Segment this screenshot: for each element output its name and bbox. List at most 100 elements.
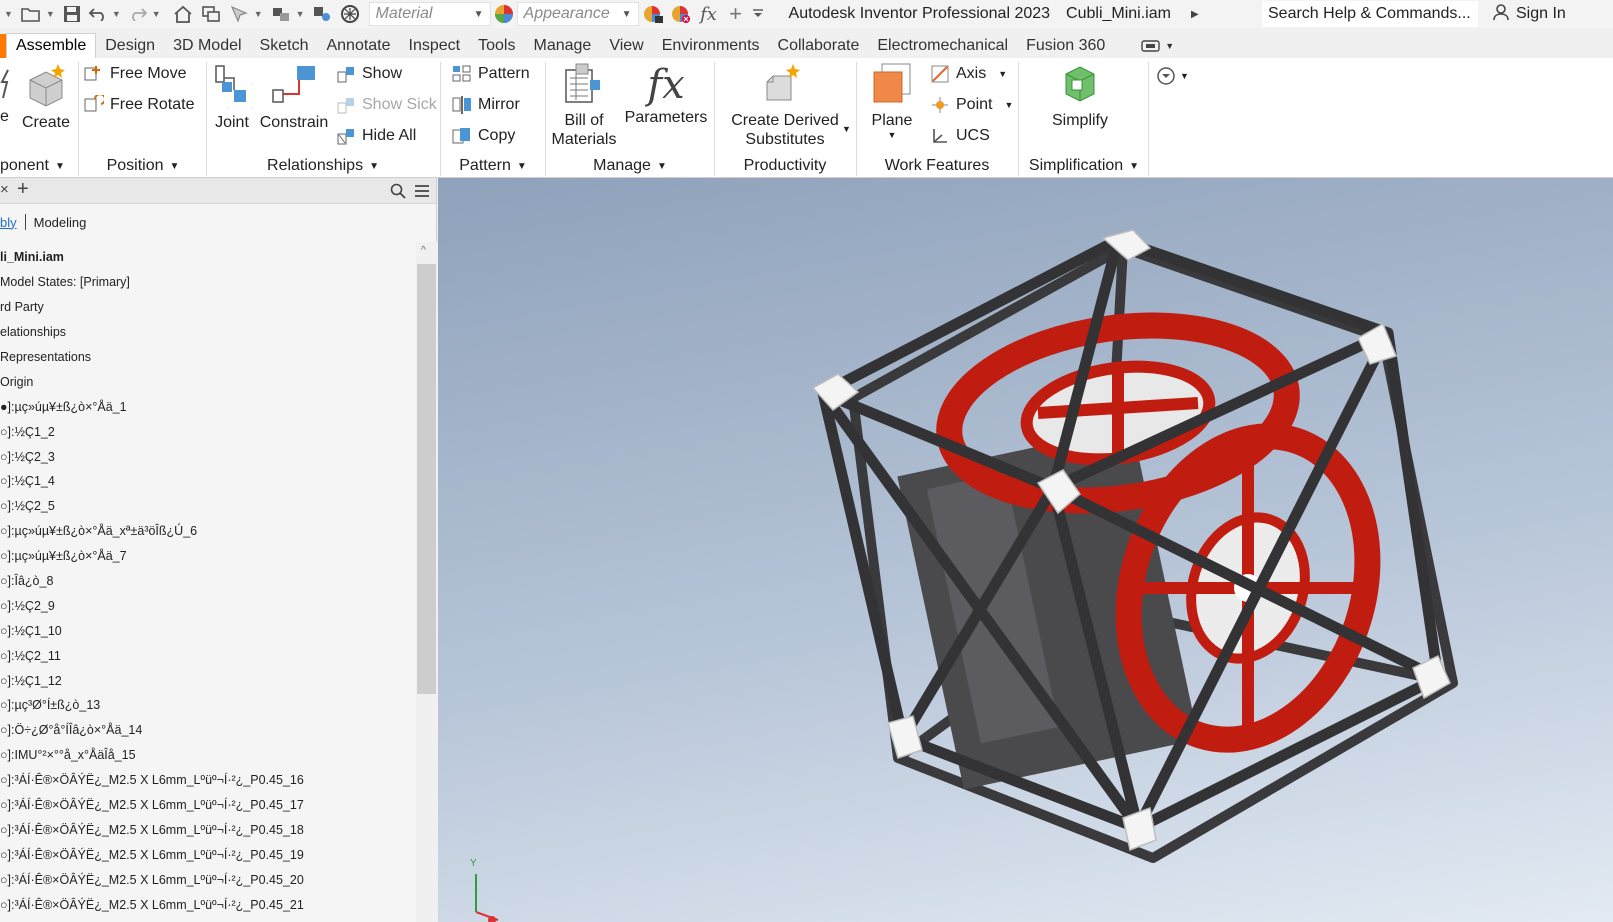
tree-item[interactable]: ●]:µç»úµ¥±ß¿ò×°Åä_1 [0, 394, 416, 419]
tab-assembly[interactable]: bly [0, 215, 17, 230]
tree-node-relationships[interactable]: elationships [0, 320, 416, 345]
create-button[interactable]: Create [18, 62, 74, 132]
show-sick-button[interactable]: Show Sick [336, 95, 437, 115]
tab-assemble[interactable]: Assemble [6, 33, 97, 58]
tab-manage[interactable]: Manage [524, 33, 600, 58]
constrain-button[interactable]: Constrain [258, 62, 330, 132]
tree-item[interactable]: ○]:³ÁÍ·Ê®×ÖÂÝË¿_M2.5 X L6mm_Lº­üº¬Í·²¿_P… [0, 817, 416, 842]
fx-parameters-icon[interactable]: fx [695, 0, 723, 28]
tree-item[interactable]: ○]:Ö÷¿Ø°å°ÍÎâ¿ò×°Åä_14 [0, 718, 416, 743]
tree-item[interactable]: ○]:³ÁÍ·Ê®×ÖÂÝË¿_M2.5 X L6mm_Lº­üº¬Í·²¿_P… [0, 793, 416, 818]
ribbon-display-options-icon[interactable]: ▼ [1132, 33, 1183, 58]
tree-item[interactable]: ○]:½Ç1_2 [0, 419, 416, 444]
tree-item[interactable]: ○]:³ÁÍ·Ê®×ÖÂÝË¿_M2.5 X L6mm_Lº­üº¬Í·²¿_P… [0, 867, 416, 892]
caret-right-icon[interactable]: ▶ [1191, 0, 1199, 28]
undo-dropdown-icon[interactable]: ▼ [112, 9, 121, 19]
tab-environments[interactable]: Environments [653, 33, 769, 58]
tab-view[interactable]: View [600, 33, 652, 58]
search-icon[interactable] [390, 183, 406, 204]
mirror-button[interactable]: Mirror [452, 95, 520, 115]
tab-inspect[interactable]: Inspect [400, 33, 470, 58]
position-panel-label[interactable]: Position ▼ [80, 154, 206, 178]
scrollbar-thumb[interactable] [417, 264, 436, 694]
material-select[interactable]: Material ▼ [368, 2, 491, 26]
tab-electromechanical[interactable]: Electromechanical [868, 33, 1017, 58]
menu-dropdown-arrow[interactable]: ▼ [4, 9, 13, 19]
tree-item[interactable]: ○]:½Ç2_9 [0, 593, 416, 618]
tree-item[interactable]: ○]:Îâ¿ò_8 [0, 569, 416, 594]
tree-node-origin[interactable]: Origin [0, 369, 416, 394]
plus-icon[interactable]: + [723, 0, 749, 28]
parameters-button[interactable]: fx Parameters [620, 62, 712, 127]
windows-icon[interactable] [197, 0, 225, 28]
place-icon[interactable] [0, 68, 10, 105]
tree-item[interactable]: ○]:½Ç2_11 [0, 643, 416, 668]
update-dropdown-icon[interactable]: ▼ [296, 9, 305, 19]
tree-item[interactable]: ○]:IMU°²×°°å_x°ÅäÎå_15 [0, 743, 416, 768]
relationships-panel-label[interactable]: Relationships ▼ [208, 154, 438, 178]
view-triad[interactable]: Y [468, 854, 508, 922]
select-dropdown-icon[interactable]: ▼ [254, 9, 263, 19]
ribbon-options-icon[interactable]: ▼ [1156, 66, 1189, 86]
menu-icon[interactable] [414, 184, 430, 203]
clear-appearance-icon[interactable] [667, 0, 695, 28]
tab-sketch[interactable]: Sketch [251, 33, 318, 58]
simplify-button[interactable]: Simplify [1040, 62, 1120, 130]
tree-item[interactable]: ○]:½Ç1_4 [0, 469, 416, 494]
tree-item[interactable]: ○]:½Ç2_3 [0, 444, 416, 469]
tab-3d-model[interactable]: 3D Model [164, 33, 250, 58]
scroll-up-icon[interactable]: ^ [421, 245, 426, 256]
redo-dropdown-icon[interactable]: ▼ [152, 9, 161, 19]
pattern-button[interactable]: Pattern [452, 64, 530, 84]
tree-item[interactable]: ○]:µç»úµ¥±ß¿ò×°Åä_xª±ä³öÎß¿Ú_6 [0, 519, 416, 544]
update-icon[interactable] [267, 0, 295, 28]
copy-button[interactable]: Copy [452, 126, 515, 146]
open-file-icon[interactable] [17, 0, 45, 28]
appearance-select[interactable]: Appearance ▼ [516, 2, 639, 26]
tree-item[interactable]: ○]:µç³Ø°Í±ß¿ò_13 [0, 693, 416, 718]
graphics-viewport[interactable]: Y [438, 178, 1613, 922]
hide-all-button[interactable]: Hide All [336, 126, 416, 146]
color-wheel-icon[interactable] [491, 0, 517, 28]
point-button[interactable]: Point ▼ [930, 95, 1013, 115]
tree-item[interactable]: ○]:³ÁÍ·Ê®×ÖÂÝË¿_M2.5 X L6mm_Lº­üº¬Í·²¿_P… [0, 892, 416, 917]
sign-in-button[interactable]: Sign In [1492, 0, 1566, 28]
free-move-button[interactable]: Free Move [84, 64, 186, 84]
customize-dropdown-icon[interactable] [749, 0, 767, 28]
tree-item[interactable]: ○]:³ÁÍ·Ê®×ÖÂÝË¿_M2.5 X L6mm_Lº­üº¬Í·²¿_P… [0, 768, 416, 793]
tree-item[interactable]: ○]:³ÁÍ·Ê®×ÖÂÝË¿_M2.5 X L6mm_Lº­üº¬Í·²¿_P… [0, 842, 416, 867]
tree-node-model-states[interactable]: Model States: [Primary] [0, 270, 416, 295]
create-derived-substitutes-button[interactable]: Create Derived Substitutes [720, 62, 850, 149]
place-label-fragment[interactable]: e [0, 108, 9, 126]
close-icon[interactable]: × [0, 181, 9, 198]
joint-button[interactable]: Joint [208, 62, 256, 132]
undo-icon[interactable] [85, 0, 111, 28]
tab-design[interactable]: Design [96, 33, 164, 58]
plane-dropdown-icon[interactable]: ▼ [864, 130, 920, 140]
tab-annotate[interactable]: Annotate [317, 33, 399, 58]
tree-root[interactable]: li_Mini.iam [0, 245, 416, 270]
pattern-panel-label[interactable]: Pattern ▼ [442, 154, 544, 178]
search-input[interactable]: Search Help & Commands... [1262, 1, 1478, 27]
tab-modeling[interactable]: Modeling [34, 215, 87, 230]
add-tab-icon[interactable]: + [17, 178, 29, 201]
cds-dropdown-icon[interactable]: ▼ [842, 124, 851, 134]
browser-scrollbar[interactable]: ^ [416, 242, 437, 922]
open-dropdown-icon[interactable]: ▼ [46, 9, 55, 19]
tree-item[interactable]: ○]:½Ç1_10 [0, 618, 416, 643]
bill-of-materials-button[interactable]: Bill of Materials [546, 62, 622, 149]
save-icon[interactable] [59, 0, 85, 28]
tree-node-representations[interactable]: Representations [0, 345, 416, 370]
axis-button[interactable]: Axis ▼ [930, 64, 1007, 84]
adjust-appearance-icon[interactable] [639, 0, 667, 28]
appearance-manager-icon[interactable] [309, 0, 335, 28]
render-icon[interactable] [335, 0, 365, 28]
component-panel-label[interactable]: ponent ▼ [0, 154, 70, 178]
show-button[interactable]: Show [336, 64, 402, 84]
tree-item[interactable]: ○]:½Ç1_12 [0, 668, 416, 693]
tab-fusion-360[interactable]: Fusion 360 [1017, 33, 1114, 58]
home-icon[interactable] [169, 0, 197, 28]
plane-button[interactable]: Plane ▼ [864, 62, 920, 140]
redo-icon[interactable] [125, 0, 151, 28]
free-rotate-button[interactable]: Free Rotate [84, 95, 194, 115]
